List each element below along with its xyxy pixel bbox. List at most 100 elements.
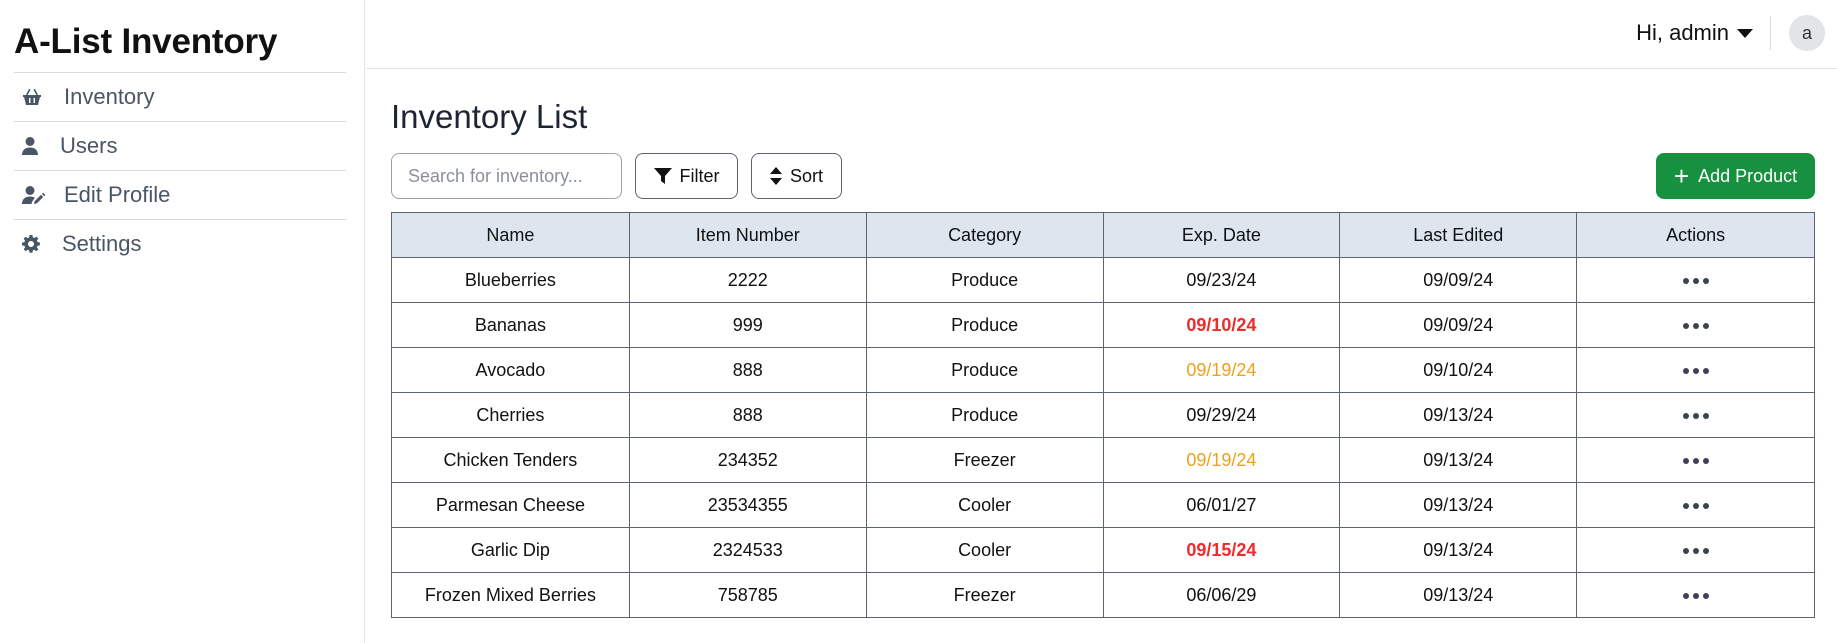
cell-item-number: 2324533 [628, 527, 867, 573]
sidebar-item-edit-profile[interactable]: Edit Profile [14, 170, 346, 219]
table-body: Blueberries 2222 Produce 09/23/24 09/09/24 Ba… [391, 257, 1815, 618]
cell-last-edited: 09/09/24 [1339, 257, 1578, 303]
sort-icon [769, 167, 782, 185]
cell-exp-date: 06/01/27 [1102, 482, 1341, 528]
sidebar-item-inventory[interactable]: Inventory [14, 72, 346, 121]
cell-name: Frozen Mixed Berries [391, 572, 630, 618]
column-header-actions: Actions [1576, 212, 1815, 258]
table-row[interactable]: Cherries 888 Produce 09/29/24 09/13/24 [391, 392, 1815, 438]
cell-exp-date: 09/19/24 [1102, 437, 1341, 483]
more-actions-icon[interactable] [1682, 277, 1709, 284]
table-row[interactable]: Garlic Dip 2324533 Cooler 09/15/24 09/13/24 [391, 527, 1815, 573]
cell-item-number: 888 [628, 347, 867, 393]
add-product-label: Add Product [1698, 165, 1798, 186]
user-menu[interactable]: Hi, admin [1636, 20, 1753, 46]
cell-exp-date: 09/29/24 [1102, 392, 1341, 438]
column-header-category[interactable]: Category [865, 212, 1104, 258]
more-actions-icon[interactable] [1682, 547, 1709, 554]
sidebar: A-List Inventory Inventory Users Edit Pr… [0, 0, 365, 643]
cell-last-edited: 09/13/24 [1339, 437, 1578, 483]
cell-actions [1576, 572, 1815, 618]
cell-category: Freezer [865, 572, 1104, 618]
table-row[interactable]: Chicken Tenders 234352 Freezer 09/19/24 09/1… [391, 437, 1815, 483]
sidebar-item-label: Inventory [64, 84, 155, 109]
sidebar-item-label: Edit Profile [64, 182, 171, 207]
cell-category: Produce [865, 392, 1104, 438]
cell-name: Chicken Tenders [391, 437, 630, 483]
plus-icon: + [1673, 161, 1690, 191]
page-title: Inventory List [391, 98, 588, 135]
cell-category: Cooler [865, 482, 1104, 528]
table-header-row: Name Item Number Category Exp. Date Last… [391, 212, 1815, 258]
column-header-name[interactable]: Name [391, 212, 630, 258]
app-title: A-List Inventory [14, 22, 278, 61]
sidebar-item-users[interactable]: Users [14, 121, 346, 170]
cell-item-number: 758785 [628, 572, 867, 618]
sidebar-nav: Inventory Users Edit Profile Settings [14, 72, 346, 268]
user-greeting: Hi, admin [1636, 20, 1729, 45]
user-edit-icon [22, 186, 52, 204]
cell-actions [1576, 527, 1815, 573]
cell-item-number: 999 [628, 302, 867, 348]
cell-name: Blueberries [391, 257, 630, 303]
search-input[interactable] [391, 153, 622, 199]
cell-exp-date: 09/23/24 [1102, 257, 1341, 303]
filter-icon [653, 168, 672, 184]
cell-name: Bananas [391, 302, 630, 348]
more-actions-icon[interactable] [1682, 367, 1709, 374]
cell-exp-date: 09/15/24 [1102, 527, 1341, 573]
inventory-table: Name Item Number Category Exp. Date Last… [391, 212, 1815, 618]
cell-last-edited: 09/13/24 [1339, 527, 1578, 573]
cell-name: Avocado [391, 347, 630, 393]
table-row[interactable]: Bananas 999 Produce 09/10/24 09/09/24 [391, 302, 1815, 348]
more-actions-icon[interactable] [1682, 457, 1709, 464]
cell-item-number: 2222 [628, 257, 867, 303]
cell-actions [1576, 482, 1815, 528]
cell-actions [1576, 257, 1815, 303]
cell-name: Cherries [391, 392, 630, 438]
basket-icon [22, 88, 52, 106]
cell-name: Garlic Dip [391, 527, 630, 573]
filter-label: Filter [679, 165, 720, 186]
cell-last-edited: 09/10/24 [1339, 347, 1578, 393]
sidebar-item-settings[interactable]: Settings [14, 219, 346, 268]
cell-name: Parmesan Cheese [391, 482, 630, 528]
table-row[interactable]: Frozen Mixed Berries 758785 Freezer 06/06/2… [391, 572, 1815, 618]
column-header-exp-date[interactable]: Exp. Date [1102, 212, 1341, 258]
table-row[interactable]: Blueberries 2222 Produce 09/23/24 09/09/24 [391, 257, 1815, 303]
cell-category: Produce [865, 257, 1104, 303]
cell-actions [1576, 437, 1815, 483]
sort-label: Sort [789, 165, 823, 186]
cell-exp-date: 06/06/29 [1102, 572, 1341, 618]
filter-button[interactable]: Filter [635, 153, 738, 199]
cell-last-edited: 09/09/24 [1339, 302, 1578, 348]
divider [1770, 16, 1771, 50]
more-actions-icon[interactable] [1682, 592, 1709, 599]
table-row[interactable]: Parmesan Cheese 23534355 Cooler 06/01/27 09/… [391, 482, 1815, 528]
user-icon [22, 137, 48, 155]
avatar[interactable]: a [1789, 15, 1825, 51]
cell-last-edited: 09/13/24 [1339, 482, 1578, 528]
cell-category: Freezer [865, 437, 1104, 483]
sort-button[interactable]: Sort [751, 153, 842, 199]
cell-last-edited: 09/13/24 [1339, 572, 1578, 618]
cell-item-number: 23534355 [628, 482, 867, 528]
cell-item-number: 234352 [628, 437, 867, 483]
cell-category: Cooler [865, 527, 1104, 573]
cell-exp-date: 09/10/24 [1102, 302, 1341, 348]
sidebar-item-label: Users [60, 133, 118, 158]
topbar: Hi, admin a [366, 0, 1837, 69]
more-actions-icon[interactable] [1682, 322, 1709, 329]
add-product-button[interactable]: + Add Product [1656, 153, 1815, 199]
cell-actions [1576, 302, 1815, 348]
cell-last-edited: 09/13/24 [1339, 392, 1578, 438]
cell-actions [1576, 347, 1815, 393]
more-actions-icon[interactable] [1682, 412, 1709, 419]
cell-actions [1576, 392, 1815, 438]
gear-icon [22, 235, 50, 253]
more-actions-icon[interactable] [1682, 502, 1709, 509]
caret-down-icon [1737, 28, 1753, 38]
column-header-last-edited[interactable]: Last Edited [1339, 212, 1578, 258]
table-row[interactable]: Avocado 888 Produce 09/19/24 09/10/24 [391, 347, 1815, 393]
column-header-item-number[interactable]: Item Number [628, 212, 867, 258]
